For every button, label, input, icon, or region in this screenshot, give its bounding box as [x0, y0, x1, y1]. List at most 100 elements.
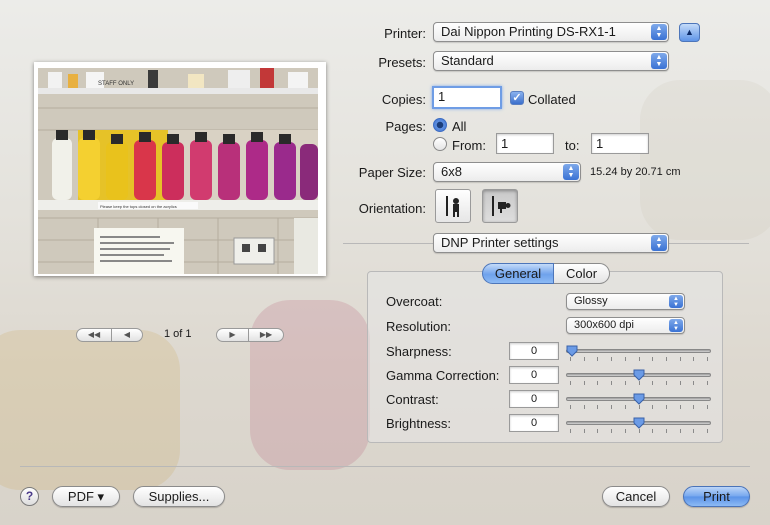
sharpness-slider[interactable] [566, 342, 711, 364]
pages-from-field[interactable]: 1 [496, 133, 554, 154]
slider-tick [570, 429, 571, 433]
slider-thumb-icon[interactable] [633, 369, 645, 381]
settings-pane-popup[interactable]: DNP Printer settings ▲ ▼ [433, 233, 669, 253]
landscape-button[interactable] [482, 189, 518, 223]
resolution-value: 300x600 dpi [574, 319, 634, 331]
slider-tick [638, 381, 640, 385]
pages-to-field[interactable]: 1 [591, 133, 649, 154]
collated-label: Collated [528, 92, 576, 107]
previous-page-button[interactable]: ◀ [111, 328, 143, 342]
supplies-button[interactable]: Supplies... [133, 486, 225, 507]
pages-all-radio[interactable] [433, 118, 447, 132]
brightness-slider[interactable] [566, 414, 711, 436]
slider-tick [693, 405, 695, 409]
pages-from-radio[interactable] [433, 137, 447, 151]
slider-tick [693, 381, 695, 385]
collated-checkbox[interactable]: ✓ [510, 91, 524, 105]
next-page-button[interactable]: ▶ [216, 328, 249, 342]
popup-arrows-icon: ▲ ▼ [651, 235, 667, 251]
printer-popup[interactable]: Dai Nippon Printing DS-RX1-1 ▲ ▼ [433, 22, 669, 42]
slider-tick [707, 429, 708, 433]
slider-tick [583, 405, 585, 409]
slider-tick [665, 381, 667, 385]
first-page-button[interactable]: ◀◀ [76, 328, 112, 342]
slider-tick [611, 381, 613, 385]
tab-color[interactable]: Color [554, 263, 610, 284]
help-button[interactable]: ? [20, 487, 39, 506]
portrait-orientation-icon [446, 196, 459, 217]
slider-tick [707, 405, 708, 409]
slider-tick [652, 357, 654, 361]
overcoat-value: Glossy [574, 295, 608, 307]
popup-arrows-icon: ▲ ▼ [651, 53, 667, 69]
photo-sign-top: STAFF ONLY [98, 81, 134, 87]
slider-tick [597, 381, 599, 385]
landscape-orientation-icon [492, 196, 511, 216]
slider-tick [652, 405, 654, 409]
gamma-correction-slider[interactable] [566, 366, 711, 388]
slider-tick [570, 357, 571, 361]
slider-tick [570, 405, 571, 409]
brightness-label: Brightness: [386, 416, 452, 431]
print-dialog: { "printer": { "label": "Printer:", "val… [0, 0, 770, 525]
contrast-field[interactable]: 0 [509, 390, 559, 408]
slider-tick [624, 381, 626, 385]
gamma-correction-field[interactable]: 0 [509, 366, 559, 384]
slider-thumb-icon[interactable] [633, 393, 645, 405]
slider-tick [652, 429, 654, 433]
slider-tick [611, 357, 613, 361]
copies-label: Copies: [381, 92, 426, 107]
contrast-slider[interactable] [566, 390, 711, 412]
orientation-label: Orientation: [358, 201, 426, 216]
slider-tick [679, 405, 681, 409]
slider-tick [583, 429, 585, 433]
slider-tick [638, 357, 640, 361]
slider-tick [693, 357, 695, 361]
slider-tick [707, 381, 708, 385]
tab-general[interactable]: General [482, 263, 554, 284]
cancel-button[interactable]: Cancel [602, 486, 670, 507]
popup-arrows-icon: ▲ ▼ [669, 295, 683, 308]
paper-size-dimensions: 15.24 by 20.71 cm [590, 166, 681, 178]
slider-tick [638, 429, 640, 433]
settings-pane-value: DNP Printer settings [441, 235, 559, 250]
collapse-details-button[interactable]: ▲ [679, 23, 700, 42]
slider-thumb-icon[interactable] [633, 417, 645, 429]
presets-value: Standard [441, 53, 494, 68]
print-button[interactable]: Print [683, 486, 750, 507]
brightness-field[interactable]: 0 [509, 414, 559, 432]
slider-tick [665, 357, 667, 361]
page-indicator: 1 of 1 [164, 328, 192, 340]
overcoat-label: Overcoat: [386, 294, 443, 309]
sharpness-field[interactable]: 0 [509, 342, 559, 360]
pages-to-label: to: [565, 138, 580, 153]
presets-label: Presets: [378, 55, 426, 70]
presets-popup[interactable]: Standard ▲ ▼ [433, 51, 669, 71]
popup-arrows-icon: ▲ ▼ [651, 24, 667, 40]
slider-tick [597, 429, 599, 433]
slider-track [566, 349, 711, 353]
resolution-popup[interactable]: 300x600 dpi ▲ ▼ [566, 317, 685, 334]
popup-arrows-icon: ▲ ▼ [669, 319, 683, 332]
resolution-label: Resolution: [386, 319, 452, 334]
slider-thumb-icon[interactable] [566, 345, 578, 357]
contrast-label: Contrast: [386, 392, 439, 407]
paper-size-popup[interactable]: 6x8 ▲ ▼ [433, 162, 581, 182]
sharpness-label: Sharpness: [386, 344, 452, 359]
copies-field[interactable]: 1 [432, 86, 502, 109]
overcoat-popup[interactable]: Glossy ▲ ▼ [566, 293, 685, 310]
slider-tick [665, 405, 667, 409]
slider-tick [570, 381, 571, 385]
slider-tick [652, 381, 654, 385]
pdf-menu-button[interactable]: PDF ▾ [52, 486, 120, 507]
preview-photo: STAFF ONLY Please keep the tops closed o… [38, 68, 318, 274]
portrait-button[interactable] [435, 189, 471, 223]
last-page-button[interactable]: ▶▶ [248, 328, 284, 342]
printer-label: Printer: [384, 26, 426, 41]
slider-tick [679, 429, 681, 433]
slider-tick [583, 357, 585, 361]
slider-tick [611, 429, 613, 433]
slider-tick [611, 405, 613, 409]
background-shape [250, 300, 370, 470]
pages-label: Pages: [385, 119, 426, 134]
